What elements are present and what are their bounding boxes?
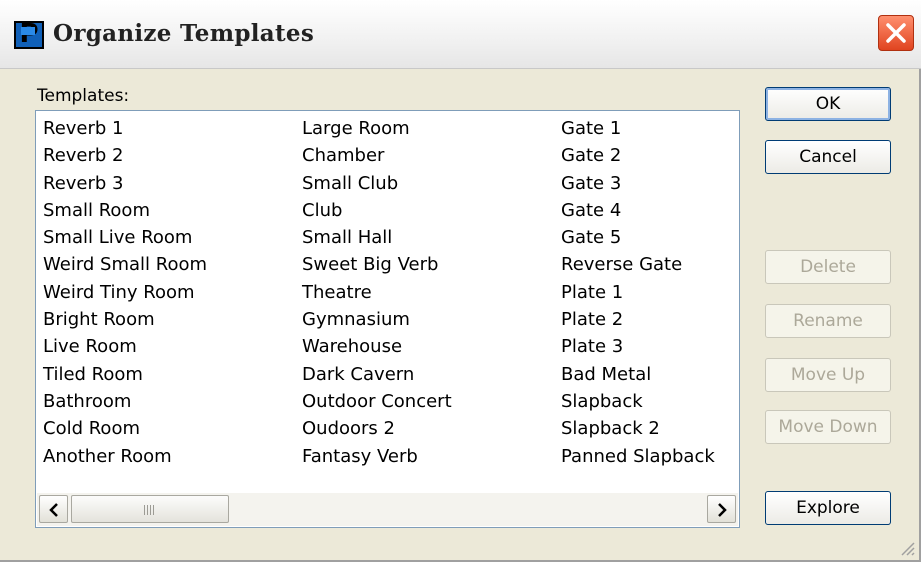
template-item[interactable]: Gate 4 xyxy=(561,197,715,224)
window-title: Organize Templates xyxy=(53,20,315,47)
template-item[interactable]: Small Room xyxy=(43,197,207,224)
template-item[interactable]: Weird Small Room xyxy=(43,251,207,278)
template-item[interactable]: Live Room xyxy=(43,333,207,360)
template-item[interactable]: Large Room xyxy=(302,115,452,142)
templates-label: Templates: xyxy=(37,86,130,106)
cancel-button[interactable]: Cancel xyxy=(765,140,891,174)
template-item[interactable]: Chamber xyxy=(302,142,452,169)
template-item[interactable]: Cold Room xyxy=(43,415,207,442)
template-item[interactable]: Small Hall xyxy=(302,224,452,251)
template-item[interactable]: Another Room xyxy=(43,443,207,470)
move-down-button[interactable]: Move Down xyxy=(765,410,891,444)
grip-icon xyxy=(144,505,156,515)
horizontal-scrollbar[interactable] xyxy=(37,493,738,526)
template-item[interactable]: Warehouse xyxy=(302,333,452,360)
template-item[interactable]: Reverb 3 xyxy=(43,170,207,197)
template-item[interactable]: Gate 3 xyxy=(561,170,715,197)
template-item[interactable]: Plate 2 xyxy=(561,306,715,333)
scroll-right-button[interactable] xyxy=(707,495,736,523)
template-item[interactable]: Slapback 2 xyxy=(561,415,715,442)
move-up-button[interactable]: Move Up xyxy=(765,358,891,392)
template-item[interactable]: Sweet Big Verb xyxy=(302,251,452,278)
explore-button[interactable]: Explore xyxy=(765,491,891,525)
close-icon xyxy=(886,23,906,43)
template-item[interactable]: Dark Cavern xyxy=(302,361,452,388)
templates-column-3: Gate 1 Gate 2 Gate 3 Gate 4 Gate 5 Reverse Ga… xyxy=(561,115,715,470)
template-item[interactable]: Small Club xyxy=(302,170,452,197)
template-item[interactable]: Plate 3 xyxy=(561,333,715,360)
app-icon-letter: P xyxy=(19,19,39,49)
template-item[interactable]: Slapback xyxy=(561,388,715,415)
arrow-right-icon xyxy=(718,503,727,517)
close-button[interactable] xyxy=(878,15,914,51)
template-item[interactable]: Fantasy Verb xyxy=(302,443,452,470)
template-item[interactable]: Bright Room xyxy=(43,306,207,333)
templates-column-1: Reverb 1 Reverb 2 Reverb 3 Small Room Small … xyxy=(43,115,207,470)
template-item[interactable]: Oudoors 2 xyxy=(302,415,452,442)
template-item[interactable]: Theatre xyxy=(302,279,452,306)
template-item[interactable]: Bathroom xyxy=(43,388,207,415)
template-item[interactable]: Plate 1 xyxy=(561,279,715,306)
template-item[interactable]: Reverb 1 xyxy=(43,115,207,142)
arrow-left-icon xyxy=(49,503,58,517)
resize-grip-icon[interactable] xyxy=(899,540,915,556)
organize-templates-dialog: P Organize Templates Templates: Reverb 1… xyxy=(0,0,921,562)
delete-button[interactable]: Delete xyxy=(765,250,891,284)
template-item[interactable]: Small Live Room xyxy=(43,224,207,251)
template-item[interactable]: Reverb 2 xyxy=(43,142,207,169)
template-item[interactable]: Gate 2 xyxy=(561,142,715,169)
templates-listbox[interactable]: Reverb 1 Reverb 2 Reverb 3 Small Room Small … xyxy=(35,110,740,528)
template-item[interactable]: Gate 5 xyxy=(561,224,715,251)
title-bar[interactable]: P Organize Templates xyxy=(0,0,921,69)
scroll-left-button[interactable] xyxy=(39,495,68,523)
template-item[interactable]: Tiled Room xyxy=(43,361,207,388)
ok-button[interactable]: OK xyxy=(765,87,891,121)
template-item[interactable]: Club xyxy=(302,197,452,224)
template-item[interactable]: Reverse Gate xyxy=(561,251,715,278)
app-icon: P xyxy=(14,19,44,49)
template-item[interactable]: Weird Tiny Room xyxy=(43,279,207,306)
template-item[interactable]: Bad Metal xyxy=(561,361,715,388)
template-item[interactable]: Gate 1 xyxy=(561,115,715,142)
template-item[interactable]: Panned Slapback xyxy=(561,443,715,470)
templates-column-2: Large Room Chamber Small Club Club Small Hal… xyxy=(302,115,452,470)
template-item[interactable]: Outdoor Concert xyxy=(302,388,452,415)
template-item[interactable]: Gymnasium xyxy=(302,306,452,333)
scroll-thumb[interactable] xyxy=(71,495,229,523)
rename-button[interactable]: Rename xyxy=(765,304,891,338)
